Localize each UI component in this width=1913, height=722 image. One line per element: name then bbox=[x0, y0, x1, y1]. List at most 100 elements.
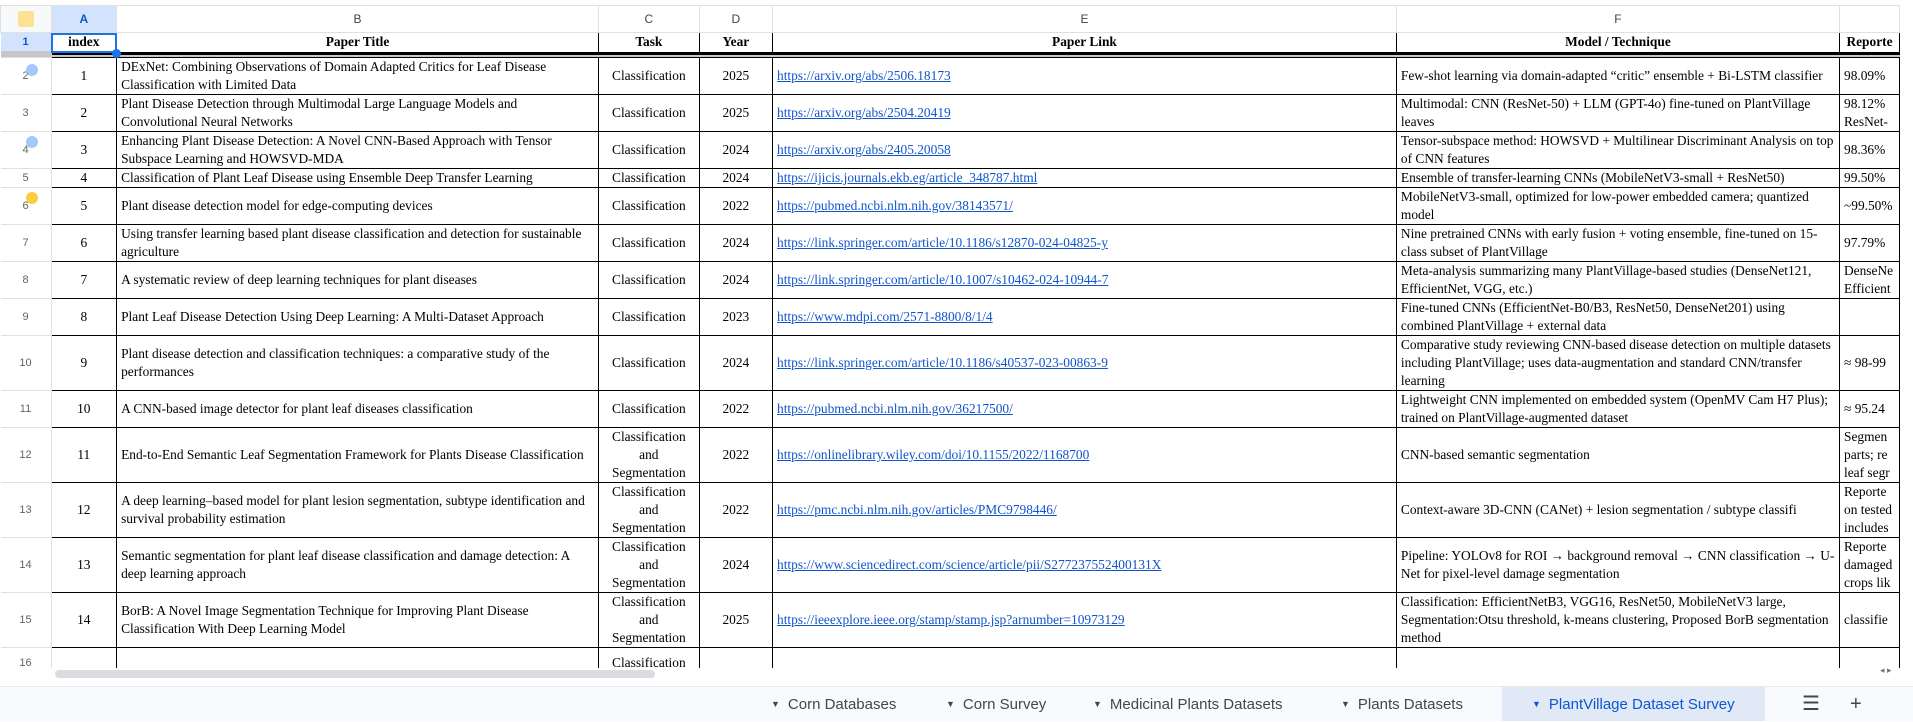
header-model-technique[interactable]: Model / Technique bbox=[1395, 32, 1841, 55]
row-number[interactable]: 15 bbox=[0, 592, 52, 648]
cell-model-technique[interactable]: Few-shot learning via domain-adapted “cr… bbox=[1395, 57, 1841, 95]
select-all-corner[interactable] bbox=[0, 5, 52, 33]
header-task[interactable]: Task bbox=[598, 32, 700, 55]
cell-model-technique[interactable]: Ensemble of transfer-learning CNNs (Mobi… bbox=[1395, 168, 1841, 188]
row-number[interactable]: 9 bbox=[0, 298, 52, 336]
cell-paper-link[interactable]: https://ieeexplore.ieee.org/stamp/stamp.… bbox=[772, 592, 1397, 648]
cell-task[interactable]: Classification and Segmentation bbox=[598, 537, 700, 593]
cell-reported[interactable]: Reporte on tested includes bbox=[1839, 482, 1900, 538]
maps-icon[interactable] bbox=[26, 192, 38, 204]
cell-paper-link[interactable]: https://arxiv.org/abs/2504.20419 bbox=[772, 94, 1397, 132]
paper-link[interactable]: https://arxiv.org/abs/2506.18173 bbox=[777, 68, 951, 83]
header-year[interactable]: Year bbox=[698, 32, 774, 55]
paper-link[interactable]: https://onlinelibrary.wiley.com/doi/10.1… bbox=[777, 447, 1089, 462]
cell-index[interactable]: 10 bbox=[50, 390, 118, 428]
cell-paper-title[interactable]: Plant Disease Detection through Multimod… bbox=[116, 94, 600, 132]
row-number[interactable]: 5 bbox=[0, 168, 52, 188]
cell-year[interactable]: 2024 bbox=[698, 131, 774, 169]
paper-link[interactable]: https://link.springer.com/article/10.118… bbox=[777, 355, 1108, 370]
horizontal-scrollbar[interactable] bbox=[55, 670, 655, 678]
cell-index[interactable]: 12 bbox=[50, 482, 118, 538]
column-header-c[interactable]: C bbox=[598, 5, 700, 33]
cell-paper-title[interactable]: DExNet: Combining Observations of Domain… bbox=[116, 57, 600, 95]
cell-model-technique[interactable]: Tensor-subspace method: HOWSVD + Multili… bbox=[1395, 131, 1841, 169]
cell-index[interactable]: 1 bbox=[50, 57, 118, 95]
cell-model-technique[interactable]: MobileNetV3-small, optimized for low-pow… bbox=[1395, 187, 1841, 225]
cell-paper-link[interactable]: https://www.mdpi.com/2571-8800/8/1/4 bbox=[772, 298, 1397, 336]
cell-paper-link[interactable]: https://arxiv.org/abs/2405.20058 bbox=[772, 131, 1397, 169]
column-header-a[interactable]: A bbox=[50, 5, 118, 33]
cell-task[interactable]: Classification bbox=[598, 298, 700, 336]
row-number[interactable]: 3 bbox=[0, 94, 52, 132]
row-number[interactable]: 4 bbox=[0, 131, 52, 169]
cell-task[interactable]: Classification bbox=[598, 335, 700, 391]
cell-task[interactable]: Classification bbox=[598, 647, 700, 668]
column-header-g[interactable] bbox=[1839, 5, 1900, 33]
cell-paper-title[interactable]: Using transfer learning based plant dise… bbox=[116, 224, 600, 262]
row-number[interactable]: 13 bbox=[0, 482, 52, 538]
cell-paper-link[interactable]: https://onlinelibrary.wiley.com/doi/10.1… bbox=[772, 427, 1397, 483]
cell-paper-link[interactable]: https://link.springer.com/article/10.118… bbox=[772, 224, 1397, 262]
spreadsheet-grid[interactable]: A B C D E F 1 index Paper Title Task Yea… bbox=[0, 0, 1900, 668]
cell-task[interactable]: Classification bbox=[598, 390, 700, 428]
cell-index[interactable] bbox=[50, 647, 118, 668]
cell-paper-link[interactable] bbox=[772, 647, 1397, 668]
cell-reported[interactable]: DenseNe Efficient bbox=[1839, 261, 1900, 299]
cell-index[interactable]: 9 bbox=[50, 335, 118, 391]
row-number[interactable]: 11 bbox=[0, 390, 52, 428]
column-header-d[interactable]: D bbox=[698, 5, 774, 33]
cell-model-technique[interactable]: Classification: EfficientNetB3, VGG16, R… bbox=[1395, 592, 1841, 648]
paper-link[interactable]: https://www.sciencedirect.com/science/ar… bbox=[777, 557, 1161, 572]
cell-reported[interactable]: 98.12% ResNet- bbox=[1839, 94, 1900, 132]
cell-index[interactable]: 5 bbox=[50, 187, 118, 225]
paper-link[interactable]: https://link.springer.com/article/10.100… bbox=[777, 272, 1108, 287]
row-number[interactable]: 2 bbox=[0, 57, 52, 95]
cell-reported[interactable]: classifie bbox=[1839, 592, 1900, 648]
header-paper-title[interactable]: Paper Title bbox=[116, 32, 600, 55]
cell-year[interactable]: 2022 bbox=[698, 427, 774, 483]
cell-reported[interactable]: ~99.50% bbox=[1839, 187, 1900, 225]
cell-reported[interactable]: ≈ 98-99 bbox=[1839, 335, 1900, 391]
cell-paper-link[interactable]: https://ijicis.journals.ekb.eg/article_3… bbox=[772, 168, 1397, 188]
cell-task[interactable]: Classification bbox=[598, 94, 700, 132]
cell-model-technique[interactable] bbox=[1395, 647, 1841, 668]
cell-model-technique[interactable]: Nine pretrained CNNs with early fusion +… bbox=[1395, 224, 1841, 262]
cell-paper-title[interactable]: End-to-End Semantic Leaf Segmentation Fr… bbox=[116, 427, 600, 483]
cell-index[interactable]: 6 bbox=[50, 224, 118, 262]
cell-year[interactable]: 2024 bbox=[698, 537, 774, 593]
cell-reported[interactable]: 98.36% bbox=[1839, 131, 1900, 169]
cell-paper-title[interactable]: A CNN-based image detector for plant lea… bbox=[116, 390, 600, 428]
cell-paper-title[interactable]: Enhancing Plant Disease Detection: A Nov… bbox=[116, 131, 600, 169]
paper-link[interactable]: https://arxiv.org/abs/2504.20419 bbox=[777, 105, 951, 120]
cell-paper-title[interactable]: Plant disease detection and classificati… bbox=[116, 335, 600, 391]
cell-model-technique[interactable]: Pipeline: YOLOv8 for ROI → background re… bbox=[1395, 537, 1841, 593]
selection-fill-handle[interactable] bbox=[112, 49, 121, 58]
cell-reported[interactable]: Reporte damaged crops lik bbox=[1839, 537, 1900, 593]
row-number[interactable]: 8 bbox=[0, 261, 52, 299]
cell-task[interactable]: Classification and Segmentation bbox=[598, 427, 700, 483]
cell-model-technique[interactable]: Context-aware 3D-CNN (CANet) + lesion se… bbox=[1395, 482, 1841, 538]
cell-year[interactable]: 2024 bbox=[698, 261, 774, 299]
paper-link[interactable]: https://www.mdpi.com/2571-8800/8/1/4 bbox=[777, 309, 993, 324]
paper-link[interactable]: https://ijicis.journals.ekb.eg/article_3… bbox=[777, 170, 1037, 185]
cell-year[interactable]: 2024 bbox=[698, 168, 774, 188]
cell-model-technique[interactable]: Fine-tuned CNNs (EfficientNet-B0/B3, Res… bbox=[1395, 298, 1841, 336]
cell-paper-link[interactable]: https://pubmed.ncbi.nlm.nih.gov/38143571… bbox=[772, 187, 1397, 225]
row-number[interactable]: 6 bbox=[0, 187, 52, 225]
cell-reported[interactable]: 98.09% bbox=[1839, 57, 1900, 95]
column-header-b[interactable]: B bbox=[116, 5, 600, 33]
row-number[interactable]: 10 bbox=[0, 335, 52, 391]
cell-index[interactable]: 7 bbox=[50, 261, 118, 299]
cell-index[interactable]: 8 bbox=[50, 298, 118, 336]
column-header-f[interactable]: F bbox=[1395, 5, 1841, 33]
scroll-arrows[interactable]: ◂ ▸ bbox=[1880, 665, 1892, 676]
cell-reported[interactable]: 97.79% bbox=[1839, 224, 1900, 262]
cell-model-technique[interactable]: Meta-analysis summarizing many PlantVill… bbox=[1395, 261, 1841, 299]
cell-paper-title[interactable]: Semantic segmentation for plant leaf dis… bbox=[116, 537, 600, 593]
row-number[interactable]: 16 bbox=[0, 647, 52, 668]
cell-year[interactable]: 2025 bbox=[698, 592, 774, 648]
cell-paper-title[interactable] bbox=[116, 647, 600, 668]
cell-task[interactable]: Classification bbox=[598, 261, 700, 299]
cell-paper-title[interactable]: A deep learning–based model for plant le… bbox=[116, 482, 600, 538]
sheet-tab-corn-survey[interactable]: ▼ Corn Survey bbox=[946, 687, 1046, 721]
